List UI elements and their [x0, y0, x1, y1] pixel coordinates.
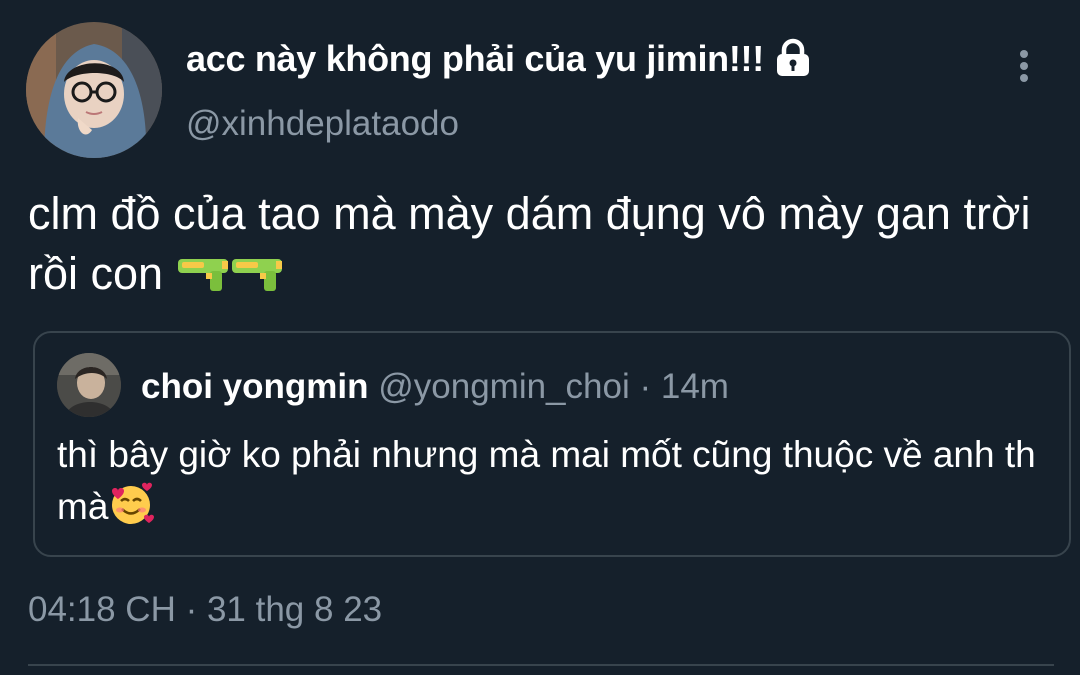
quoted-author-handle: @yongmin_choi: [378, 367, 630, 406]
quoted-tweet-header: choi yongmin @yongmin_choi · 14m: [141, 367, 729, 407]
tweet-timestamp[interactable]: 04:18 CH · 31 thg 8 23: [28, 590, 382, 630]
author-avatar[interactable]: [26, 22, 162, 158]
quoted-author-avatar[interactable]: [57, 353, 121, 417]
tweet-card: acc này không phải của yu jimin!!! @xinh…: [0, 0, 1080, 675]
water-pistol-icon: [176, 250, 230, 291]
author-display-name[interactable]: acc này không phải của yu jimin!!!: [186, 38, 812, 80]
quoted-text-content: thì bây giờ ko phải nhưng mà mai mốt cũn…: [57, 434, 1036, 527]
author-handle[interactable]: @xinhdeplataodo: [186, 104, 459, 144]
quoted-separator: ·: [639, 367, 652, 406]
smiling-face-with-hearts-icon: [108, 481, 155, 527]
quoted-author-name: choi yongmin: [141, 367, 369, 406]
author-display-name-text: acc này không phải của yu jimin!!!: [186, 38, 764, 79]
tweet-text: clm đồ của tao mà mày dám đụng vô mày ga…: [28, 184, 1048, 304]
quoted-tweet-text: thì bây giờ ko phải nhưng mà mai mốt cũn…: [57, 429, 1047, 533]
water-pistol-icon: [230, 250, 284, 291]
divider: [28, 664, 1054, 666]
more-options-icon[interactable]: [1012, 48, 1036, 84]
quoted-tweet[interactable]: choi yongmin @yongmin_choi · 14m thì bây…: [33, 331, 1071, 557]
lock-icon: [774, 38, 812, 78]
quoted-time: 14m: [660, 367, 729, 406]
